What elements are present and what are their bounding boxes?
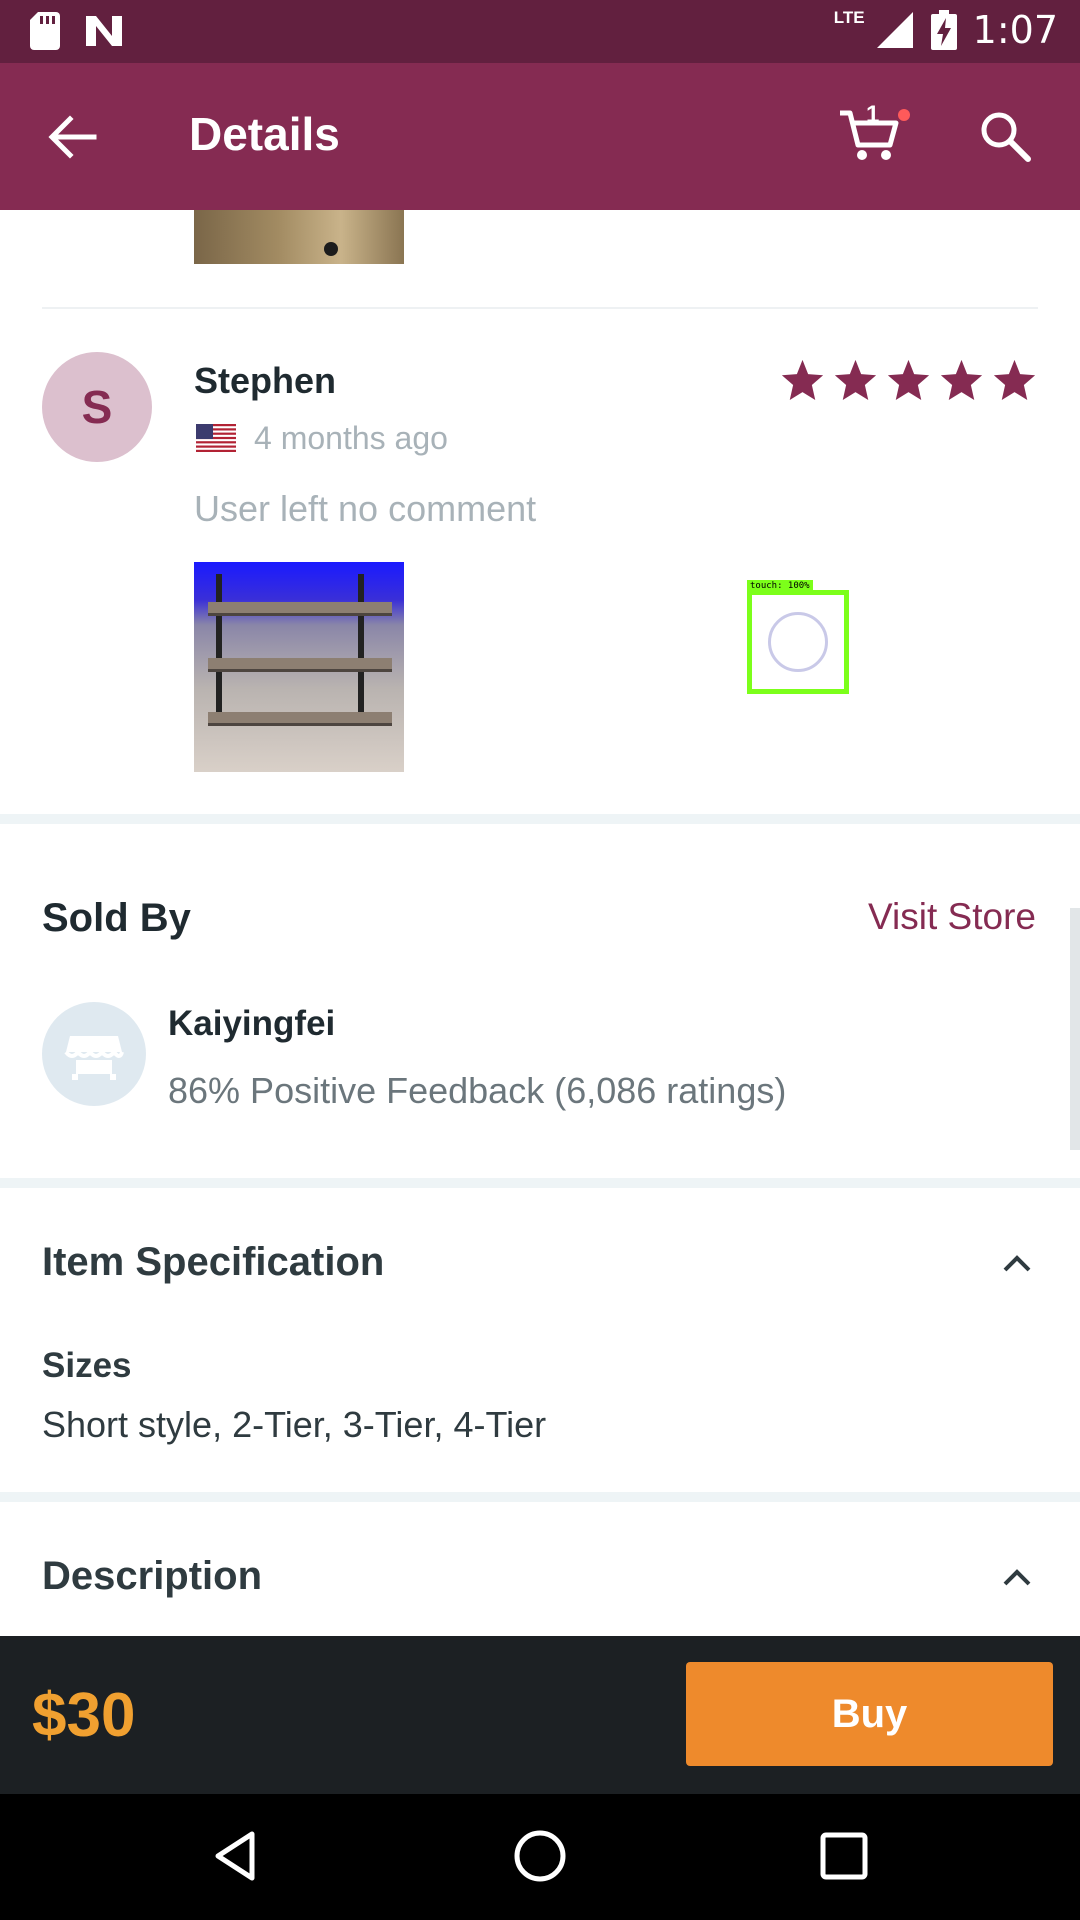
buy-button[interactable]: Buy <box>686 1662 1053 1766</box>
network-type: LTE <box>833 8 865 27</box>
description-heading[interactable]: Description <box>42 1554 262 1599</box>
status-bar: LTE 1:07 <box>0 0 1080 63</box>
battery-charging-icon <box>930 10 957 50</box>
section-separator <box>0 814 1080 824</box>
nav-back-icon[interactable] <box>206 1826 266 1886</box>
review-photo[interactable] <box>194 562 404 772</box>
nav-recents-icon[interactable] <box>814 1826 874 1886</box>
nav-home-icon[interactable] <box>510 1826 570 1886</box>
reviewer-name: Stephen <box>194 360 337 401</box>
shelf-pole <box>358 574 364 724</box>
star-icon <box>887 359 930 400</box>
sizes-label: Sizes <box>42 1346 132 1385</box>
back-arrow-icon[interactable] <box>46 111 98 163</box>
shelf-board <box>208 712 392 726</box>
store-feedback: 86% Positive Feedback (6,086 ratings) <box>168 1070 787 1111</box>
system-navigation-bar <box>0 1794 1080 1920</box>
review-date: 4 months ago <box>254 420 448 456</box>
app-bar: Details 1 <box>0 63 1080 210</box>
n-notification-icon <box>86 16 122 46</box>
shelf-board <box>208 658 392 672</box>
signal-icon <box>876 12 913 48</box>
sizes-value: Short style, 2-Tier, 3-Tier, 4-Tier <box>42 1404 547 1445</box>
visit-store-link[interactable]: Visit Store <box>868 896 1036 938</box>
shelf-pole <box>216 574 222 724</box>
cart-notification-dot <box>898 109 910 121</box>
chevron-up-icon[interactable] <box>1000 1560 1034 1594</box>
review-card: S Stephen 4 months ago User left no comm… <box>0 310 1080 815</box>
star-icon <box>781 359 824 400</box>
touch-indicator <box>768 612 828 672</box>
sold-by-heading: Sold By <box>42 896 191 940</box>
price: $30 <box>32 1681 136 1750</box>
review-comment: User left no comment <box>194 488 537 529</box>
scrollbar-thumb[interactable] <box>1070 908 1080 1150</box>
shelf-board <box>208 602 392 616</box>
store-avatar[interactable] <box>42 1002 146 1106</box>
us-flag-icon <box>196 424 236 452</box>
purchase-bar: $30 Buy <box>0 1636 1080 1794</box>
star-icon <box>993 359 1036 400</box>
rating-stars <box>780 358 1037 403</box>
chevron-up-icon[interactable] <box>1000 1246 1034 1280</box>
divider <box>42 307 1038 309</box>
clock: 1:07 <box>972 8 1058 52</box>
section-separator <box>0 1492 1080 1502</box>
section-separator <box>0 1178 1080 1188</box>
page-title: Details <box>189 108 340 160</box>
previous-review-photo[interactable] <box>194 210 404 264</box>
search-icon[interactable] <box>978 109 1032 163</box>
sd-card-icon <box>30 12 60 50</box>
reviewer-avatar: S <box>42 352 152 462</box>
star-icon <box>834 359 877 400</box>
cart-count-badge: 1 <box>866 101 880 128</box>
storefront-icon <box>64 1036 124 1080</box>
item-specification-heading[interactable]: Item Specification <box>42 1240 384 1285</box>
store-name[interactable]: Kaiyingfei <box>168 1004 335 1044</box>
star-icon <box>940 359 983 400</box>
